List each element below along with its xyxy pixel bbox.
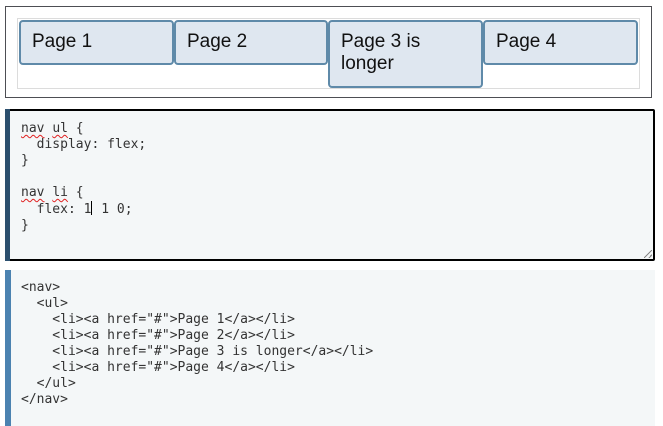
css-declaration-flex-start: flex: 1 [21, 202, 92, 217]
html-line: <ul> [21, 296, 68, 311]
html-code: <nav> <ul> <li><a href="#">Page 1</a></l… [21, 280, 373, 408]
rendered-output-panel: Page 1 Page 2 Page 3 is longer Page 4 [5, 6, 652, 98]
css-close-brace: } [21, 153, 29, 168]
css-selector-nav-2: nav [21, 185, 45, 200]
html-source-block: <nav> <ul> <li><a href="#">Page 1</a></l… [5, 270, 655, 426]
css-selector-li: li [52, 185, 68, 200]
html-line: <li><a href="#">Page 3 is longer</a></li… [21, 344, 374, 359]
css-declaration-display: display: flex; [21, 137, 147, 152]
html-line: </ul> [21, 376, 76, 391]
html-line: <li><a href="#">Page 1</a></li> [21, 312, 295, 327]
css-selector-ul: ul [52, 121, 68, 136]
css-selector-nav: nav [21, 121, 45, 136]
nav-item-page-2: Page 2 [174, 20, 328, 65]
nav-item-page-4: Page 4 [483, 20, 638, 65]
nav-link-page-4[interactable]: Page 4 [485, 22, 636, 53]
css-close-brace-2: } [21, 218, 29, 233]
html-line: <li><a href="#">Page 2</a></li> [21, 328, 295, 343]
nav-item-page-3: Page 3 is longer [328, 20, 483, 88]
nav-list: Page 1 Page 2 Page 3 is longer Page 4 [17, 18, 640, 89]
css-open-brace-2: { [67, 185, 84, 200]
html-line: <li><a href="#">Page 4</a></li> [21, 360, 295, 375]
css-open-brace: { [67, 121, 84, 136]
nav-link-page-1[interactable]: Page 1 [21, 22, 172, 53]
html-line: <nav> [21, 280, 61, 295]
resize-handle-icon[interactable] [644, 250, 652, 258]
css-declaration-flex-end: 1 0; [93, 202, 133, 217]
nav-item-page-1: Page 1 [19, 20, 174, 65]
css-editor[interactable]: nav ul { display: flex; } nav li { flex:… [5, 109, 655, 261]
nav-link-page-3[interactable]: Page 3 is longer [330, 22, 451, 75]
css-code[interactable]: nav ul { display: flex; } nav li { flex:… [21, 121, 146, 234]
nav-link-page-2[interactable]: Page 2 [176, 22, 326, 53]
html-line: </nav> [21, 392, 68, 407]
